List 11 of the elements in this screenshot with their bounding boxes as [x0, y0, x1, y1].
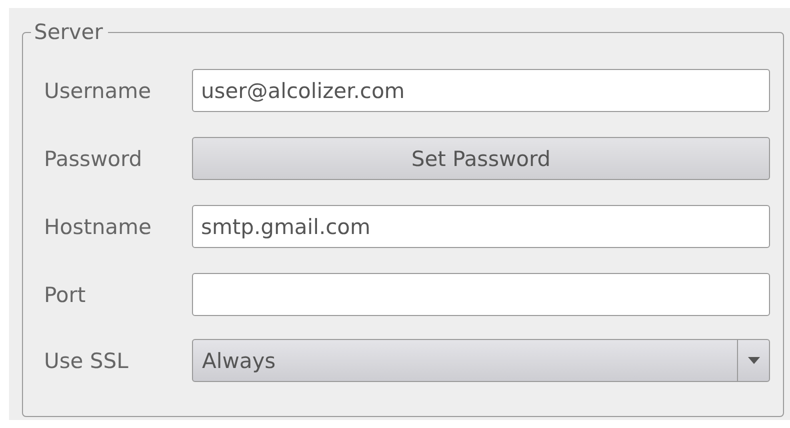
field-label: Username: [44, 78, 152, 102]
input-field[interactable]: [192, 273, 770, 316]
field-label: Hostname: [44, 214, 152, 238]
field-label: Password: [44, 146, 144, 170]
dropdown[interactable]: Always: [192, 339, 770, 382]
field-label: Port: [44, 282, 87, 306]
caret-icon: [748, 357, 760, 364]
field-label: Use SSL: [44, 348, 130, 372]
input-field[interactable]: smtp.gmail.com: [192, 205, 770, 248]
input-field[interactable]: user@alcolizer.com: [192, 69, 770, 112]
set-password-button[interactable]: Set Password: [192, 137, 770, 180]
